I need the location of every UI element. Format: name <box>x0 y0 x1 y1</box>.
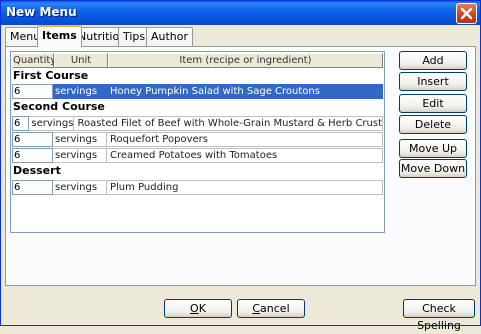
ok-mnemonic: O <box>190 302 199 315</box>
unit-cell[interactable]: servings <box>29 116 75 131</box>
unit-cell[interactable]: servings <box>53 148 107 163</box>
section-heading: First Course <box>13 69 89 82</box>
item-cell[interactable]: Roasted Filet of Beef with Whole-Grain M… <box>74 116 383 131</box>
quantity-field[interactable]: 6 <box>12 148 53 163</box>
quantity-field[interactable]: 6 <box>12 132 53 147</box>
table-row[interactable]: 6 servings Creamed Potatoes with Tomatoe… <box>12 148 383 163</box>
delete-button[interactable]: Delete <box>399 115 467 134</box>
quantity-field[interactable]: 6 <box>12 180 53 195</box>
table-row[interactable]: 6 servings Roquefort Popovers <box>12 132 383 147</box>
table-header: Quantity Unit Item (recipe or ingredient… <box>12 53 383 68</box>
ok-label-rest: K <box>198 302 206 315</box>
ok-button[interactable]: OK <box>164 299 232 318</box>
check-spelling-button[interactable]: Check Spelling <box>403 299 475 332</box>
section-heading: Dessert <box>13 164 61 177</box>
table-row[interactable]: 6 servings Honey Pumpkin Salad with Sage… <box>12 84 383 99</box>
cancel-mnemonic: C <box>252 302 261 315</box>
tab-items[interactable]: Items <box>37 25 82 47</box>
window-title: New Menu <box>6 5 77 19</box>
column-header-item[interactable]: Item (recipe or ingredient) <box>108 53 383 68</box>
item-cell[interactable]: Honey Pumpkin Salad with Sage Croutons <box>107 84 383 99</box>
unit-cell[interactable]: servings <box>53 132 107 147</box>
item-cell[interactable]: Plum Pudding <box>107 180 383 195</box>
add-button[interactable]: Add <box>399 51 467 70</box>
item-cell[interactable]: Roquefort Popovers <box>107 132 383 147</box>
move-up-button[interactable]: Move Up <box>399 139 467 158</box>
close-button[interactable] <box>456 3 477 24</box>
column-header-quantity[interactable]: Quantity <box>12 53 56 68</box>
table-row[interactable]: 6 servings Roasted Filet of Beef with Wh… <box>12 116 383 131</box>
section-heading: Second Course <box>13 100 105 113</box>
insert-button[interactable]: Insert <box>399 72 467 91</box>
quantity-field[interactable]: 6 <box>12 84 53 99</box>
unit-cell[interactable]: servings <box>53 84 107 99</box>
tab-author[interactable]: Author <box>146 27 194 46</box>
close-icon <box>460 7 473 20</box>
table-row[interactable]: 6 servings Plum Pudding <box>12 180 383 195</box>
cancel-button[interactable]: Cancel <box>237 299 305 318</box>
item-cell[interactable]: Creamed Potatoes with Tomatoes <box>107 148 383 163</box>
new-menu-dialog: New Menu Menu Items Nutrition Tips Autho… <box>0 0 481 332</box>
column-header-unit[interactable]: Unit <box>54 53 108 68</box>
menu-items-table[interactable]: Quantity Unit Item (recipe or ingredient… <box>10 51 385 233</box>
quantity-field[interactable]: 6 <box>12 116 30 131</box>
move-down-button[interactable]: Move Down <box>399 159 467 178</box>
unit-cell[interactable]: servings <box>53 180 107 195</box>
edit-button[interactable]: Edit <box>399 94 467 113</box>
title-bar[interactable]: New Menu <box>1 1 480 25</box>
cancel-label-rest: ancel <box>260 302 290 315</box>
